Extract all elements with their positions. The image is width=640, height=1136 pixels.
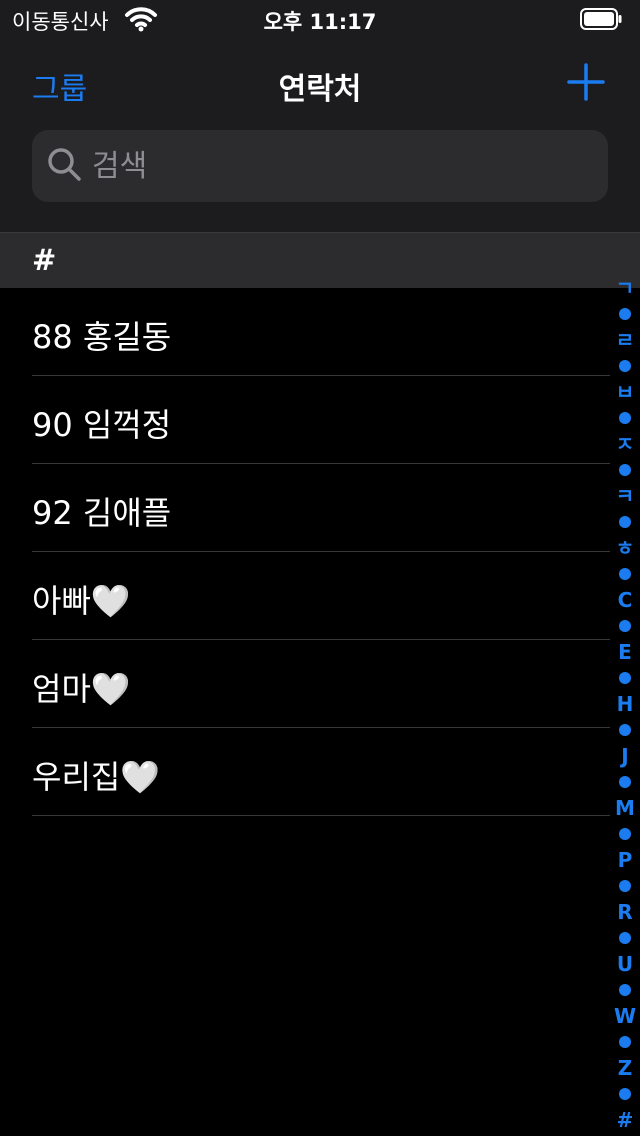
index-dot[interactable]: [619, 516, 631, 528]
index-letter[interactable]: ㅎ: [610, 538, 640, 558]
contact-row[interactable]: 90 임꺽정: [0, 376, 640, 464]
index-letter[interactable]: Z: [610, 1058, 640, 1078]
contact-name: 엄마🤍: [32, 670, 131, 708]
index-dot[interactable]: [619, 568, 631, 580]
plus-icon[interactable]: [566, 62, 606, 102]
page-title: 연락처: [278, 72, 362, 107]
top-bar: 이동통신사 오후 11:17 그룹 연락처: [0, 0, 640, 232]
index-dot[interactable]: [619, 308, 631, 320]
index-dot[interactable]: [619, 932, 631, 944]
index-letter[interactable]: W: [610, 1006, 640, 1026]
index-letter[interactable]: P: [610, 850, 640, 870]
index-dot[interactable]: [619, 828, 631, 840]
index-letter[interactable]: U: [610, 954, 640, 974]
contact-row[interactable]: 우리집🤍: [0, 728, 640, 816]
section-index[interactable]: ㄱㄹㅂㅈㅋㅎ C E H J M P R U W Z #: [610, 278, 640, 1130]
section-header: #: [0, 232, 640, 288]
index-letter[interactable]: ㅂ: [610, 382, 640, 402]
section-header-label: #: [32, 243, 57, 277]
index-dot[interactable]: [619, 672, 631, 684]
search-bar[interactable]: [32, 130, 608, 202]
index-dot[interactable]: [619, 776, 631, 788]
index-dot[interactable]: [619, 880, 631, 892]
contact-name: 92 김애플: [32, 494, 172, 532]
index-letter[interactable]: ㄹ: [610, 330, 640, 350]
index-letter[interactable]: ㄱ: [610, 278, 640, 298]
index-dot[interactable]: [619, 1088, 631, 1100]
index-letter[interactable]: R: [610, 902, 640, 922]
index-letter[interactable]: #: [610, 1110, 640, 1130]
index-dot[interactable]: [619, 360, 631, 372]
index-dot[interactable]: [619, 984, 631, 996]
index-dot[interactable]: [619, 724, 631, 736]
index-letter[interactable]: M: [610, 798, 640, 818]
index-dot[interactable]: [619, 464, 631, 476]
contact-name: 90 임꺽정: [32, 406, 172, 444]
index-letter[interactable]: H: [610, 694, 640, 714]
contact-row[interactable]: 아빠🤍: [0, 552, 640, 640]
contact-row[interactable]: 엄마🤍: [0, 640, 640, 728]
row-divider: [32, 815, 610, 816]
search-icon: [48, 148, 81, 181]
battery-icon: [580, 8, 622, 30]
index-letter[interactable]: ㅈ: [610, 434, 640, 454]
contact-row[interactable]: 88 홍길동: [0, 288, 640, 376]
index-letter[interactable]: C: [610, 590, 640, 610]
contact-name: 88 홍길동: [32, 318, 172, 356]
contacts-list: 88 홍길동 90 임꺽정 92 김애플 아빠🤍 엄마🤍 우리집🤍: [0, 288, 640, 816]
contact-name: 아빠🤍: [32, 582, 131, 620]
contact-row[interactable]: 92 김애플: [0, 464, 640, 552]
index-dot[interactable]: [619, 1036, 631, 1048]
status-time: 오후 11:17: [263, 10, 377, 34]
contact-name: 우리집🤍: [32, 758, 161, 796]
index-letter[interactable]: J: [610, 746, 640, 766]
search-input[interactable]: [92, 130, 592, 202]
index-letter[interactable]: E: [610, 642, 640, 662]
status-bar: 이동통신사 오후 11:17: [0, 0, 640, 40]
index-dot[interactable]: [619, 620, 631, 632]
index-letter[interactable]: ㅋ: [610, 486, 640, 506]
index-dot[interactable]: [619, 412, 631, 424]
